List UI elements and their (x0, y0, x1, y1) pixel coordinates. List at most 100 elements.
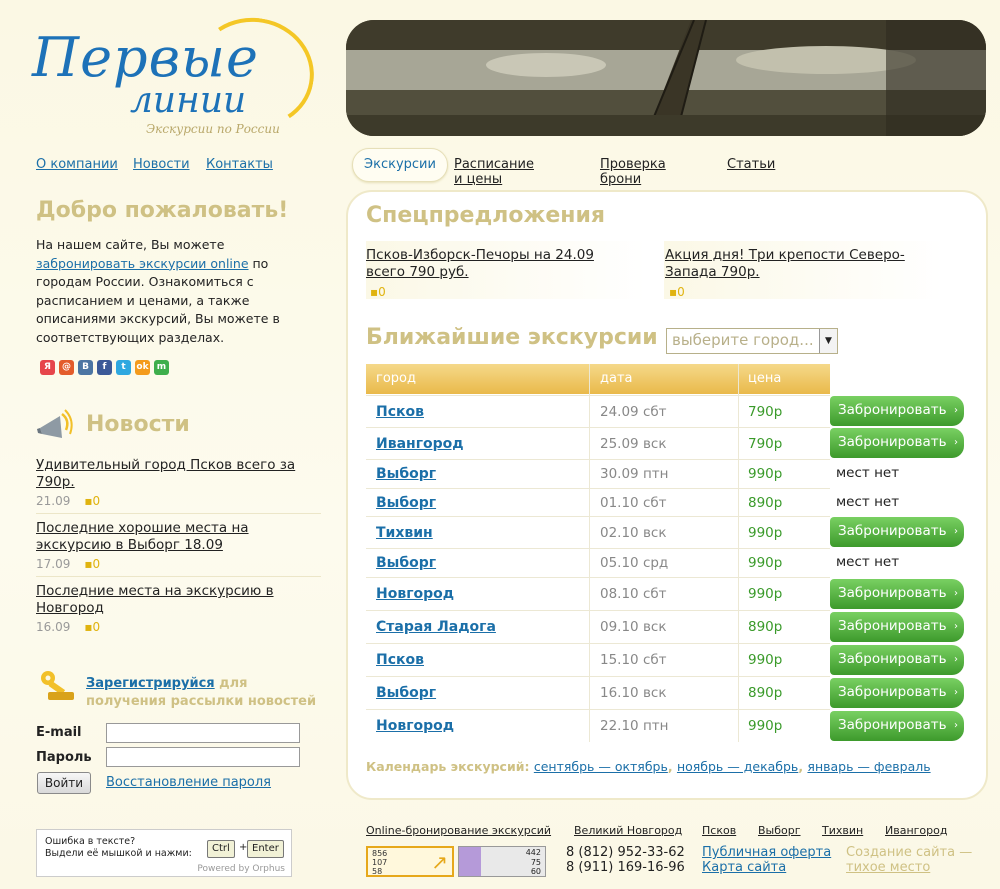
sitemap-link[interactable]: Карта сайта (702, 860, 831, 875)
chevron-right-icon: › (954, 526, 958, 537)
excursion-price: 990р (748, 718, 783, 734)
tab-articles[interactable]: Статьи (727, 157, 775, 172)
register-promo: Зарегистрируйся для получения рассылки н… (86, 675, 331, 711)
book-button[interactable]: Забронировать › (830, 396, 964, 426)
nav-contacts[interactable]: Контакты (206, 157, 273, 172)
city-link[interactable]: Выборг (376, 685, 436, 701)
city-link[interactable]: Выборг (376, 495, 436, 511)
book-button[interactable]: Забронировать › (830, 711, 964, 741)
news-meta: 17.09 ▪0 (36, 557, 316, 571)
comment-count[interactable]: ▪0 (84, 494, 100, 508)
counter-value: 60 (530, 867, 541, 876)
site-logo[interactable]: Первые линии Экскурсии по России (14, 8, 323, 144)
orphus-widget[interactable]: Ошибка в тексте? Выдели её мышкой и нажм… (36, 829, 292, 877)
chevron-down-icon[interactable]: ▼ (819, 329, 837, 353)
city-link[interactable]: Новгород (376, 586, 454, 602)
city-link[interactable]: Тихвин (376, 525, 433, 541)
footer-link-vyborg[interactable]: Выборг (758, 824, 801, 837)
tab-schedule[interactable]: Расписание и цены (454, 157, 534, 187)
calendar-link-sep-oct[interactable]: сентябрь — октябрь (534, 759, 668, 774)
city-link[interactable]: Псков (376, 404, 424, 420)
mail-ru-icon[interactable]: @ (59, 360, 74, 375)
public-offer-link[interactable]: Публичная оферта (702, 845, 831, 860)
news-link[interactable]: Удивительный город Псков всего за 790р. (36, 457, 295, 490)
tab-booking-check[interactable]: Проверка брони (600, 157, 666, 187)
book-online-link[interactable]: забронировать экскурсии online (36, 256, 249, 271)
login-button[interactable]: Войти (37, 772, 91, 794)
city-link[interactable]: Новгород (376, 718, 454, 734)
city-select[interactable]: выберите город... ▼ (666, 328, 838, 354)
counter-value: 442 (525, 848, 541, 857)
news-date: 17.09 (36, 557, 71, 571)
ya-icon[interactable]: Я (40, 360, 55, 375)
password-label: Пароль (36, 750, 92, 765)
comment-count[interactable]: ▪0 (665, 284, 935, 301)
no-seats-label: мест нет (836, 494, 900, 510)
enter-key: Enter (247, 840, 284, 858)
city-link[interactable]: Выборг (376, 466, 436, 482)
special-offer-link[interactable]: Акция дня! Три крепости Северо-Запада 79… (665, 247, 905, 280)
footer-link-novgorod[interactable]: Великий Новгород (574, 824, 682, 837)
city-link[interactable]: Ивангород (376, 436, 464, 452)
visit-counter-badge[interactable]: 856 107 58 ↗ (366, 846, 454, 877)
news-date: 16.09 (36, 620, 71, 634)
special-offer-link[interactable]: Псков-Изборск-Печоры на 24.09 всего 790 … (366, 247, 594, 280)
phone-number: 8 (812) 952-33-62 (566, 845, 685, 860)
chevron-right-icon: › (954, 437, 958, 448)
book-button[interactable]: Забронировать › (830, 678, 964, 708)
twitter-icon[interactable]: t (116, 360, 131, 375)
orphus-text: Ошибка в тексте? Выдели её мышкой и нажм… (45, 836, 192, 860)
liveinternet-counter-badge[interactable]: 442 75 60 (458, 846, 546, 877)
logo-tagline: Экскурсии по России (146, 122, 280, 136)
restore-password-link[interactable]: Восстановление пароля (106, 775, 271, 790)
creator-link[interactable]: тихое место (846, 860, 930, 875)
book-button[interactable]: Забронировать › (830, 517, 964, 547)
comment-count[interactable]: ▪0 (84, 557, 100, 571)
email-field[interactable] (106, 723, 300, 743)
password-field[interactable] (106, 747, 300, 767)
book-button-label: Забронировать (838, 618, 947, 634)
excursion-price: 890р (748, 495, 783, 511)
chevron-right-icon: › (954, 621, 958, 632)
comment-count[interactable]: ▪0 (84, 620, 100, 634)
news-item: Последние хорошие места на экскурсию в В… (36, 520, 316, 571)
myworld-icon[interactable]: m (154, 360, 169, 375)
excursion-date: 22.10 птн (600, 718, 669, 734)
nav-about[interactable]: О компании (36, 157, 118, 172)
footer-link-ivangorod[interactable]: Ивангород (885, 824, 947, 837)
city-link[interactable]: Псков (376, 652, 424, 668)
facebook-icon[interactable]: f (97, 360, 112, 375)
book-button[interactable]: Забронировать › (830, 579, 964, 609)
footer-link-online-booking[interactable]: Online-бронирование экскурсий (366, 824, 551, 837)
news-date: 21.09 (36, 494, 71, 508)
col-price: цена (748, 371, 782, 386)
city-link[interactable]: Выборг (376, 555, 436, 571)
book-button-label: Забронировать (838, 434, 947, 450)
book-button-label: Забронировать (838, 402, 947, 418)
excursion-price: 990р (748, 525, 783, 541)
register-link[interactable]: Зарегистрируйся (86, 676, 215, 691)
book-button[interactable]: Забронировать › (830, 645, 964, 675)
col-city: город (376, 371, 416, 386)
orphus-powered: Powered by Orphus (197, 864, 285, 874)
book-button[interactable]: Забронировать › (830, 428, 964, 458)
table-row: Псков 15.10 сбт 990р (366, 643, 830, 676)
chevron-right-icon: › (954, 687, 958, 698)
calendar-link-nov-dec[interactable]: ноябрь — декабрь (677, 759, 798, 774)
nav-news[interactable]: Новости (133, 157, 190, 172)
odnoklassniki-icon[interactable]: ok (135, 360, 150, 375)
vkontakte-icon[interactable]: B (78, 360, 93, 375)
city-link[interactable]: Старая Ладога (376, 619, 496, 635)
tab-excursions[interactable]: Экскурсии (352, 148, 448, 182)
no-seats-label: мест нет (836, 465, 900, 481)
excursion-date: 30.09 птн (600, 466, 669, 482)
excursion-date: 09.10 вск (600, 619, 667, 635)
news-link[interactable]: Последние места на экскурсию в Новгород (36, 583, 274, 616)
comment-count[interactable]: ▪0 (366, 284, 636, 301)
footer-link-pskov[interactable]: Псков (702, 824, 736, 837)
news-link[interactable]: Последние хорошие места на экскурсию в В… (36, 520, 249, 553)
calendar-link-jan-feb[interactable]: январь — февраль (807, 759, 930, 774)
news-item: Последние места на экскурсию в Новгород … (36, 583, 316, 634)
book-button[interactable]: Забронировать › (830, 612, 964, 642)
footer-link-tikhvin[interactable]: Тихвин (822, 824, 863, 837)
